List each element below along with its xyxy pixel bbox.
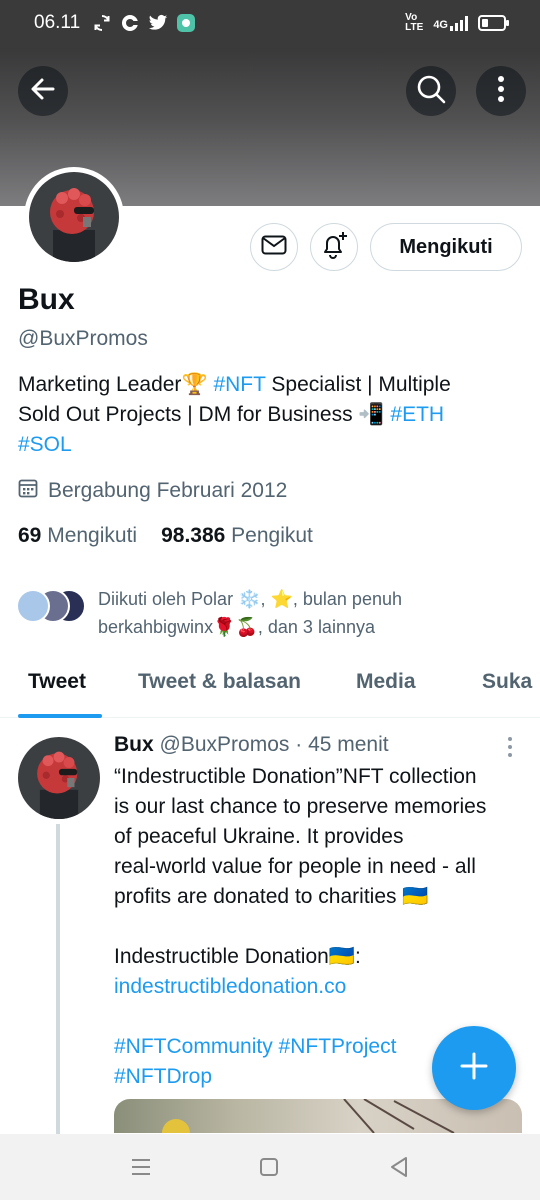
tweet-line: Indestructible Donation🇺🇦: (114, 945, 361, 968)
compose-tweet-button[interactable] (432, 1026, 516, 1110)
tweet-line: of peaceful Ukraine. It provides (114, 825, 404, 848)
followers-count: 98.386 (161, 524, 226, 547)
handle: @BuxPromos (18, 327, 148, 350)
home-button[interactable] (256, 1154, 282, 1180)
profile-bio: Marketing Leader🏆 #NFT Specialist | Mult… (18, 370, 518, 460)
tweet-more-button[interactable] (500, 736, 520, 758)
tweet-line: profits are donated to charities 🇺🇦 (114, 885, 429, 908)
hashtag-nftcommunity[interactable]: #NFTCommunity (114, 1035, 273, 1058)
tab-tweet-replies[interactable]: Tweet & balasan (138, 670, 301, 694)
tweet-author-handle: @BuxPromos (159, 733, 290, 756)
chat-app-icon (176, 13, 196, 33)
signal-icon: 4G (433, 15, 468, 31)
follow-stats: 69 Mengikuti 98.386 Pengikut (18, 524, 313, 548)
tweet-author-name[interactable]: Bux (114, 733, 154, 756)
bio-text: Sold Out Projects | DM for Business (18, 403, 359, 426)
search-button[interactable] (406, 66, 456, 116)
system-navigation-bar (0, 1134, 540, 1200)
back-button[interactable] (18, 66, 68, 116)
triangle-back-icon (386, 1157, 412, 1184)
notification-icons (92, 13, 196, 33)
calendar-icon (18, 478, 38, 504)
tweet-header: Bux @BuxPromos · 45 menit (114, 733, 389, 757)
recent-apps-button[interactable] (128, 1154, 154, 1180)
tweet-link[interactable]: indestructibledonation.co (114, 972, 528, 1002)
phone-emoji: 📲 (358, 403, 385, 426)
followed-by[interactable]: Diikuti oleh Polar ❄️, ⭐, bulan penuh be… (16, 585, 498, 641)
hashtag-eth[interactable]: #ETH (390, 403, 444, 426)
thread-line (56, 824, 60, 1134)
status-time: 06.11 (34, 12, 81, 33)
followers-stat[interactable]: 98.386 Pengikut (161, 524, 313, 548)
sync-icon (92, 13, 112, 33)
tweet-author-avatar[interactable] (18, 737, 100, 819)
following-label: Mengikuti (47, 524, 138, 547)
search-icon (416, 74, 446, 109)
tab-likes[interactable]: Suka (482, 670, 532, 694)
followed-by-line: berkahbigwinx🌹🍒, dan 3 lainnya (98, 617, 375, 637)
hashtag-nftproject[interactable]: #NFTProject (279, 1035, 397, 1058)
joined-date: Bergabung Februari 2012 (18, 478, 287, 504)
active-tab-indicator (18, 714, 102, 718)
notifications-button[interactable] (310, 223, 358, 271)
tweet-line: is our last chance to preserve memories (114, 795, 487, 818)
bio-text: Marketing Leader (18, 373, 182, 396)
followed-by-text: Diikuti oleh Polar ❄️, ⭐, bulan penuh be… (98, 585, 498, 641)
following-stat[interactable]: 69 Mengikuti (18, 524, 137, 548)
following-count: 69 (18, 524, 42, 547)
browser-icon (120, 13, 140, 33)
plus-icon (459, 1051, 489, 1086)
avatar (16, 589, 50, 623)
network-type-label: 4G (433, 19, 448, 31)
bio-text: Specialist | Multiple (265, 373, 451, 396)
square-icon (256, 1158, 282, 1184)
tab-media[interactable]: Media (356, 670, 416, 694)
arrow-left-icon (29, 75, 57, 108)
tab-tweet[interactable]: Tweet (28, 670, 86, 694)
message-button[interactable] (250, 223, 298, 271)
tweet-line: “Indestructible Donation”NFT collection (114, 765, 477, 788)
back-nav-button[interactable] (386, 1154, 412, 1180)
display-name: Bux (18, 283, 75, 316)
hashtag-nftdrop[interactable]: #NFTDrop (114, 1065, 212, 1088)
bell-plus-icon (319, 230, 349, 265)
profile-tabs: Tweet Tweet & balasan Media Suka (0, 660, 540, 718)
joined-text: Bergabung Februari 2012 (48, 479, 288, 502)
battery-icon (478, 15, 509, 31)
followers-label: Pengikut (231, 524, 313, 547)
more-vertical-icon (497, 75, 505, 108)
more-options-button[interactable] (476, 66, 526, 116)
status-bar: 06.11 Vo LTE 4G (0, 0, 540, 48)
hashtag-nft[interactable]: #NFT (213, 373, 265, 396)
separator: · (289, 733, 309, 756)
volte-indicator: Vo LTE (405, 13, 423, 33)
twitter-icon (148, 13, 168, 33)
volte-bottom-label: LTE (405, 22, 424, 33)
followed-by-line: Diikuti oleh Polar ❄️, ⭐, bulan penuh (98, 589, 402, 609)
tweet-time: 45 menit (308, 733, 389, 756)
menu-lines-icon (128, 1159, 154, 1184)
system-icons: Vo LTE 4G (405, 13, 509, 33)
trophy-emoji: 🏆 (181, 373, 208, 396)
avatar-image (29, 172, 119, 262)
hashtag-sol[interactable]: #SOL (18, 433, 72, 456)
envelope-icon (261, 235, 287, 260)
tweet-line: real-world value for people in need - al… (114, 855, 476, 878)
more-vertical-icon (500, 737, 520, 762)
followers-you-know-avatars (16, 585, 88, 625)
following-button[interactable]: Mengikuti (370, 223, 522, 271)
profile-avatar[interactable] (24, 167, 124, 267)
